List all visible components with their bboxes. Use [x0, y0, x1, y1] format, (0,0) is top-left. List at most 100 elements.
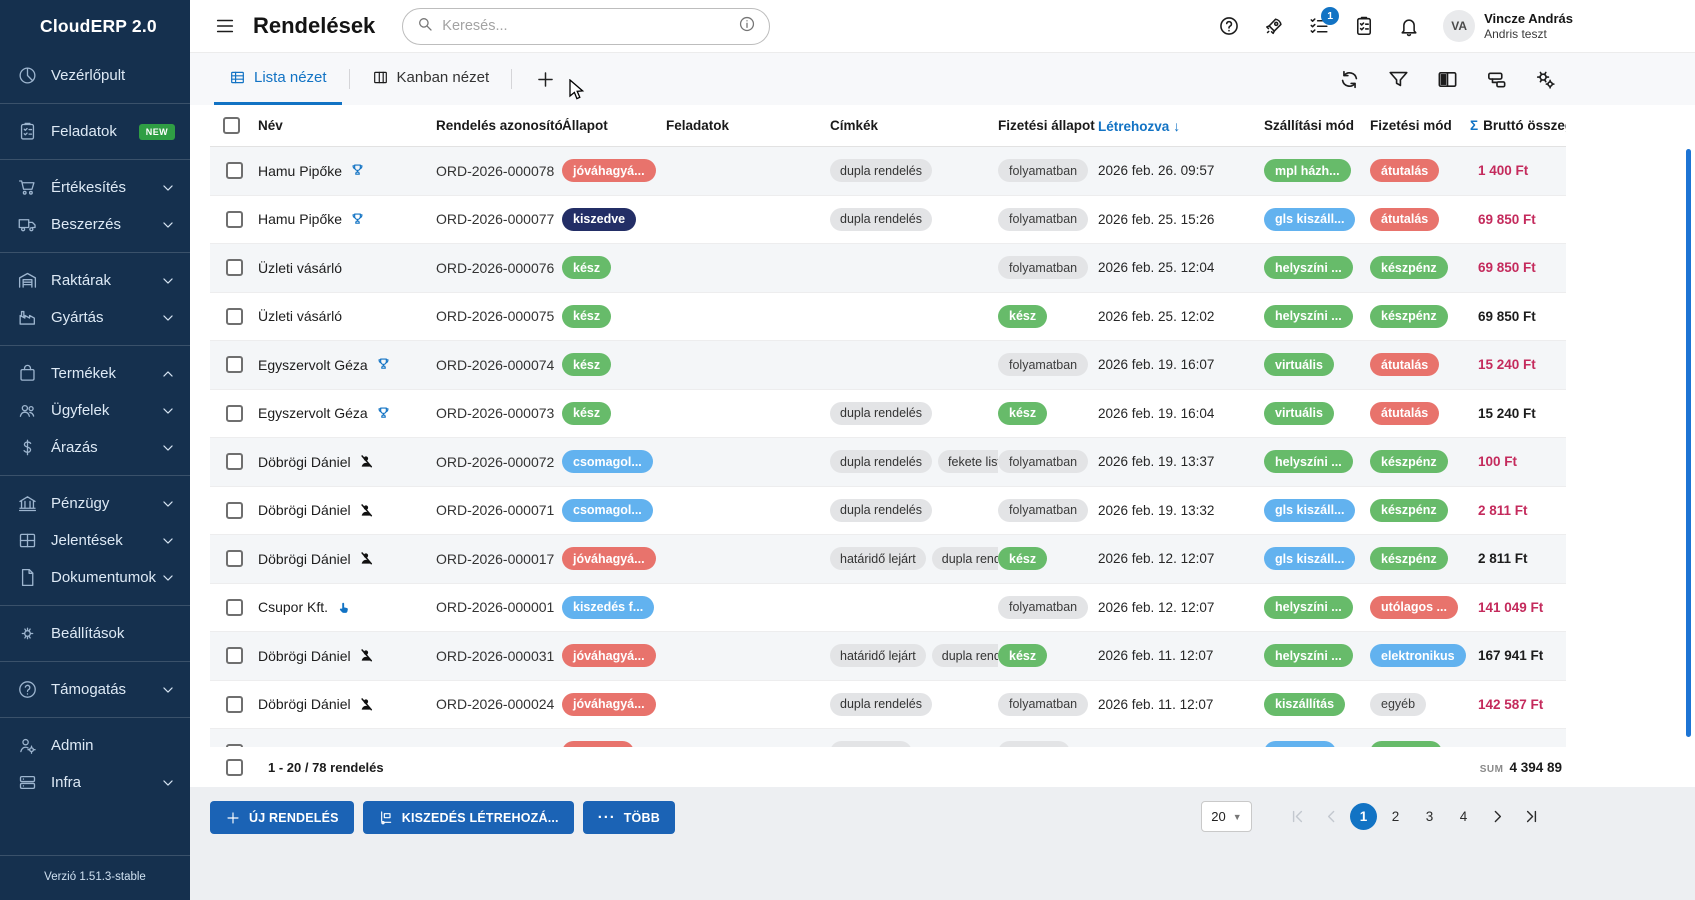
order-id: ORD-2026-000073	[436, 405, 555, 422]
sidebar-item-ertekesites[interactable]: Értékesítés	[0, 169, 190, 206]
menu-icon[interactable]	[214, 15, 236, 37]
table-row[interactable]: Döbrögi Dániel ORD-2026-000031 jóváhagyá..…	[210, 632, 1566, 681]
column-header-allapot[interactable]: Állapot	[562, 118, 666, 133]
table-row[interactable]: Hamu Pipőke ORD-2026-000078 jóváhagyá... du…	[210, 147, 1566, 196]
table-row[interactable]: Egyszervolt Géza ORD-2026-000073 kész dupla…	[210, 390, 1566, 438]
select-all-checkbox[interactable]	[222, 117, 240, 134]
column-header-fizetesi-mod[interactable]: Fizetési mód	[1370, 118, 1470, 133]
app-root: CloudERP 2.0 Vezérlőpult Feladatok NEW Érté…	[0, 0, 1695, 900]
page-button-4[interactable]: 4	[1448, 802, 1479, 832]
row-checkbox[interactable]	[225, 744, 243, 747]
table-row[interactable]: Csupor Kft. ORD-2026-000001 kiszedés f... f…	[210, 584, 1566, 632]
table-row[interactable]: Döbrögi Dániel ORD-2026-000071 csomagol...…	[210, 487, 1566, 535]
page-button-1[interactable]: 1	[1350, 803, 1377, 830]
row-checkbox[interactable]	[225, 453, 243, 471]
page-size-select[interactable]: 20 ▼	[1201, 801, 1252, 832]
prev-page-button[interactable]	[1316, 802, 1347, 832]
table-row[interactable]: Üzleti vásárló ORD-2026-000075 kész kész 202…	[210, 293, 1566, 341]
status-pill: csomagol...	[562, 498, 653, 522]
bell-icon[interactable]	[1398, 15, 1420, 37]
vertical-scrollbar[interactable]	[1686, 149, 1691, 737]
order-id-cell: ORD-2026-000075	[436, 308, 562, 324]
sidebar-item-infra[interactable]: Infra	[0, 764, 190, 801]
row-checkbox[interactable]	[225, 162, 243, 180]
column-header-rendeles-azonosito[interactable]: Rendelés azonosító	[436, 118, 562, 133]
grouping-icon[interactable]	[1485, 68, 1508, 91]
column-header-checkbox[interactable]	[210, 117, 258, 134]
row-checkbox-cell	[210, 307, 258, 325]
status-cell: csomagol...	[562, 498, 666, 522]
tag-pill	[830, 741, 912, 747]
rocket-icon[interactable]	[1263, 15, 1285, 37]
column-header-letrehozva[interactable]: Létrehozva ↓	[1098, 118, 1264, 134]
row-checkbox[interactable]	[225, 598, 243, 616]
column-header-cimkek[interactable]: Címkék	[830, 118, 998, 133]
avatar[interactable]: VA	[1443, 10, 1476, 42]
sidebar-item-raktarak[interactable]: Raktárak	[0, 262, 190, 299]
new-order-button[interactable]: ÚJ RENDELÉS	[210, 801, 354, 834]
sidebar-item-arazas[interactable]: Árazás	[0, 429, 190, 466]
create-picking-button[interactable]: KISZEDÉS LÉTREHOZÁ...	[362, 801, 574, 834]
row-checkbox[interactable]	[225, 647, 243, 665]
sidebar-item-beallitasok[interactable]: Beállítások	[0, 615, 190, 652]
row-checkbox[interactable]	[225, 695, 243, 713]
customer-name-cell: Döbrögi Dániel	[258, 647, 436, 664]
next-page-button[interactable]	[1482, 802, 1513, 832]
sidebar-item-gyartas[interactable]: Gyártás	[0, 299, 190, 336]
table-settings-icon[interactable]	[1534, 68, 1557, 91]
search-input[interactable]	[442, 18, 731, 34]
column-header-nev[interactable]: Név	[258, 118, 436, 133]
table-row[interactable]: Döbrögi Dániel ORD-2026-000072 csomagol...…	[210, 438, 1566, 487]
row-checkbox[interactable]	[225, 356, 243, 374]
column-header-brutto-osszeg[interactable]: Σ Bruttó összeg	[1470, 118, 1566, 133]
row-checkbox[interactable]	[225, 404, 243, 422]
row-checkbox[interactable]	[225, 210, 243, 228]
user-menu[interactable]: VA Vincze András Andris teszt	[1443, 10, 1573, 42]
columns-icon[interactable]	[1436, 68, 1459, 91]
payment-status-pill: folyamatban	[998, 207, 1089, 231]
order-id: ORD-2026-000031	[436, 647, 555, 664]
select-all-checkbox[interactable]	[225, 758, 243, 776]
table-row[interactable]: Döbrögi Dániel ORD-2026-000024 jóváhagyá..…	[210, 681, 1566, 729]
checklist-icon[interactable]: 1	[1308, 7, 1340, 37]
sidebar-item-beszerzes[interactable]: Beszerzés	[0, 206, 190, 243]
row-checkbox[interactable]	[225, 550, 243, 568]
sidebar-item-label: Dokumentumok	[51, 569, 157, 586]
page-button-2[interactable]: 2	[1380, 802, 1411, 832]
payment-method-cell: készpénz	[1370, 450, 1470, 474]
sidebar-item-ugyfelek[interactable]: Ügyfelek	[0, 392, 190, 429]
more-button[interactable]: ··· TÖBB	[582, 801, 675, 834]
column-header-szallitasi-mod[interactable]: Szállítási mód	[1264, 118, 1370, 133]
filter-icon[interactable]	[1387, 68, 1410, 91]
sidebar-item-penzugy[interactable]: Pénzügy	[0, 485, 190, 522]
table-row[interactable]: Hamu Pipőke ORD-2026-000077 kiszedve dupla …	[210, 196, 1566, 244]
payment-status-pill: folyamatban	[998, 159, 1089, 183]
sidebar-item-jelentesek[interactable]: Jelentések	[0, 522, 190, 559]
info-icon[interactable]	[738, 15, 756, 38]
first-page-button[interactable]	[1282, 802, 1313, 832]
help-icon[interactable]	[1218, 15, 1240, 37]
column-header-feladatok[interactable]: Feladatok	[666, 118, 830, 133]
page-button-3[interactable]: 3	[1414, 802, 1445, 832]
sidebar-item-vezerlopult[interactable]: Vezérlőpult	[0, 57, 190, 94]
tab-kanban-view[interactable]: Kanban nézet	[357, 53, 505, 105]
table-row[interactable]	[210, 729, 1566, 747]
row-checkbox[interactable]	[225, 307, 243, 325]
tab-list-view[interactable]: Lista nézet	[214, 53, 342, 105]
last-page-button[interactable]	[1516, 802, 1547, 832]
table-row[interactable]: Döbrögi Dániel ORD-2026-000017 jóváhagyá..…	[210, 535, 1566, 584]
table-row[interactable]: Üzleti vásárló ORD-2026-000076 kész folyama…	[210, 244, 1566, 293]
search-box	[402, 7, 771, 45]
clipboard-icon[interactable]	[1353, 15, 1375, 37]
row-checkbox[interactable]	[225, 259, 243, 277]
sidebar-item-dokumentumok[interactable]: Dokumentumok	[0, 559, 190, 596]
sidebar-item-termekek[interactable]: Termékek	[0, 355, 190, 392]
sidebar-item-admin[interactable]: Admin	[0, 727, 190, 764]
refresh-icon[interactable]	[1338, 68, 1361, 91]
column-header-fizetesi-allapot[interactable]: Fizetési állapot	[998, 118, 1098, 133]
row-checkbox[interactable]	[225, 501, 243, 519]
sidebar-item-feladatok[interactable]: Feladatok NEW	[0, 113, 190, 150]
sidebar-item-tamogatas[interactable]: Támogatás	[0, 671, 190, 708]
add-view-icon[interactable]	[535, 69, 556, 90]
table-row[interactable]: Egyszervolt Géza ORD-2026-000074 kész folya…	[210, 341, 1566, 390]
